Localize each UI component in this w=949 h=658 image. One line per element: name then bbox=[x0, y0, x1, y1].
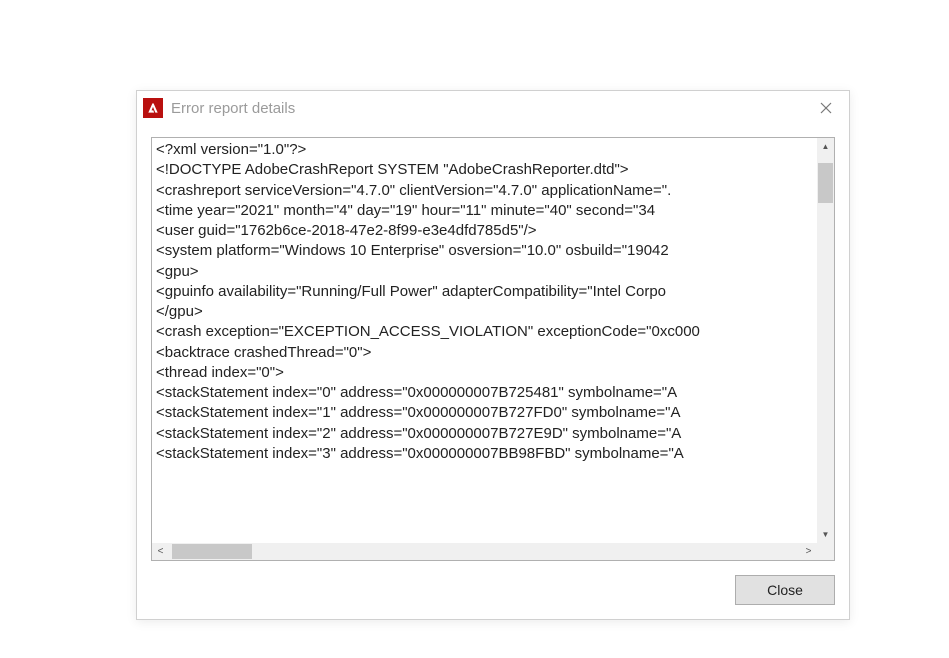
report-content[interactable]: <?xml version="1.0"?> <!DOCTYPE AdobeCra… bbox=[152, 138, 817, 543]
scroll-right-arrow-icon[interactable]: > bbox=[800, 543, 817, 560]
window-title: Error report details bbox=[171, 100, 803, 117]
scroll-down-arrow-icon[interactable]: ▼ bbox=[817, 526, 834, 543]
vertical-scrollbar[interactable]: ▲ ▼ bbox=[817, 138, 834, 543]
close-icon bbox=[820, 102, 832, 114]
horizontal-scroll-thumb[interactable] bbox=[172, 544, 252, 559]
window-close-button[interactable] bbox=[803, 91, 849, 125]
error-report-dialog: Error report details <?xml version="1.0"… bbox=[136, 90, 850, 620]
horizontal-scrollbar[interactable]: < > bbox=[152, 543, 834, 560]
vertical-scroll-thumb[interactable] bbox=[818, 163, 833, 203]
adobe-logo-icon bbox=[143, 98, 163, 118]
report-textarea[interactable]: <?xml version="1.0"?> <!DOCTYPE AdobeCra… bbox=[151, 137, 835, 561]
scroll-left-arrow-icon[interactable]: < bbox=[152, 543, 169, 560]
scrollbar-corner bbox=[817, 543, 834, 560]
scroll-up-arrow-icon[interactable]: ▲ bbox=[817, 138, 834, 155]
dialog-body: <?xml version="1.0"?> <!DOCTYPE AdobeCra… bbox=[137, 125, 849, 619]
button-row: Close bbox=[151, 575, 835, 605]
titlebar: Error report details bbox=[137, 91, 849, 125]
close-button[interactable]: Close bbox=[735, 575, 835, 605]
